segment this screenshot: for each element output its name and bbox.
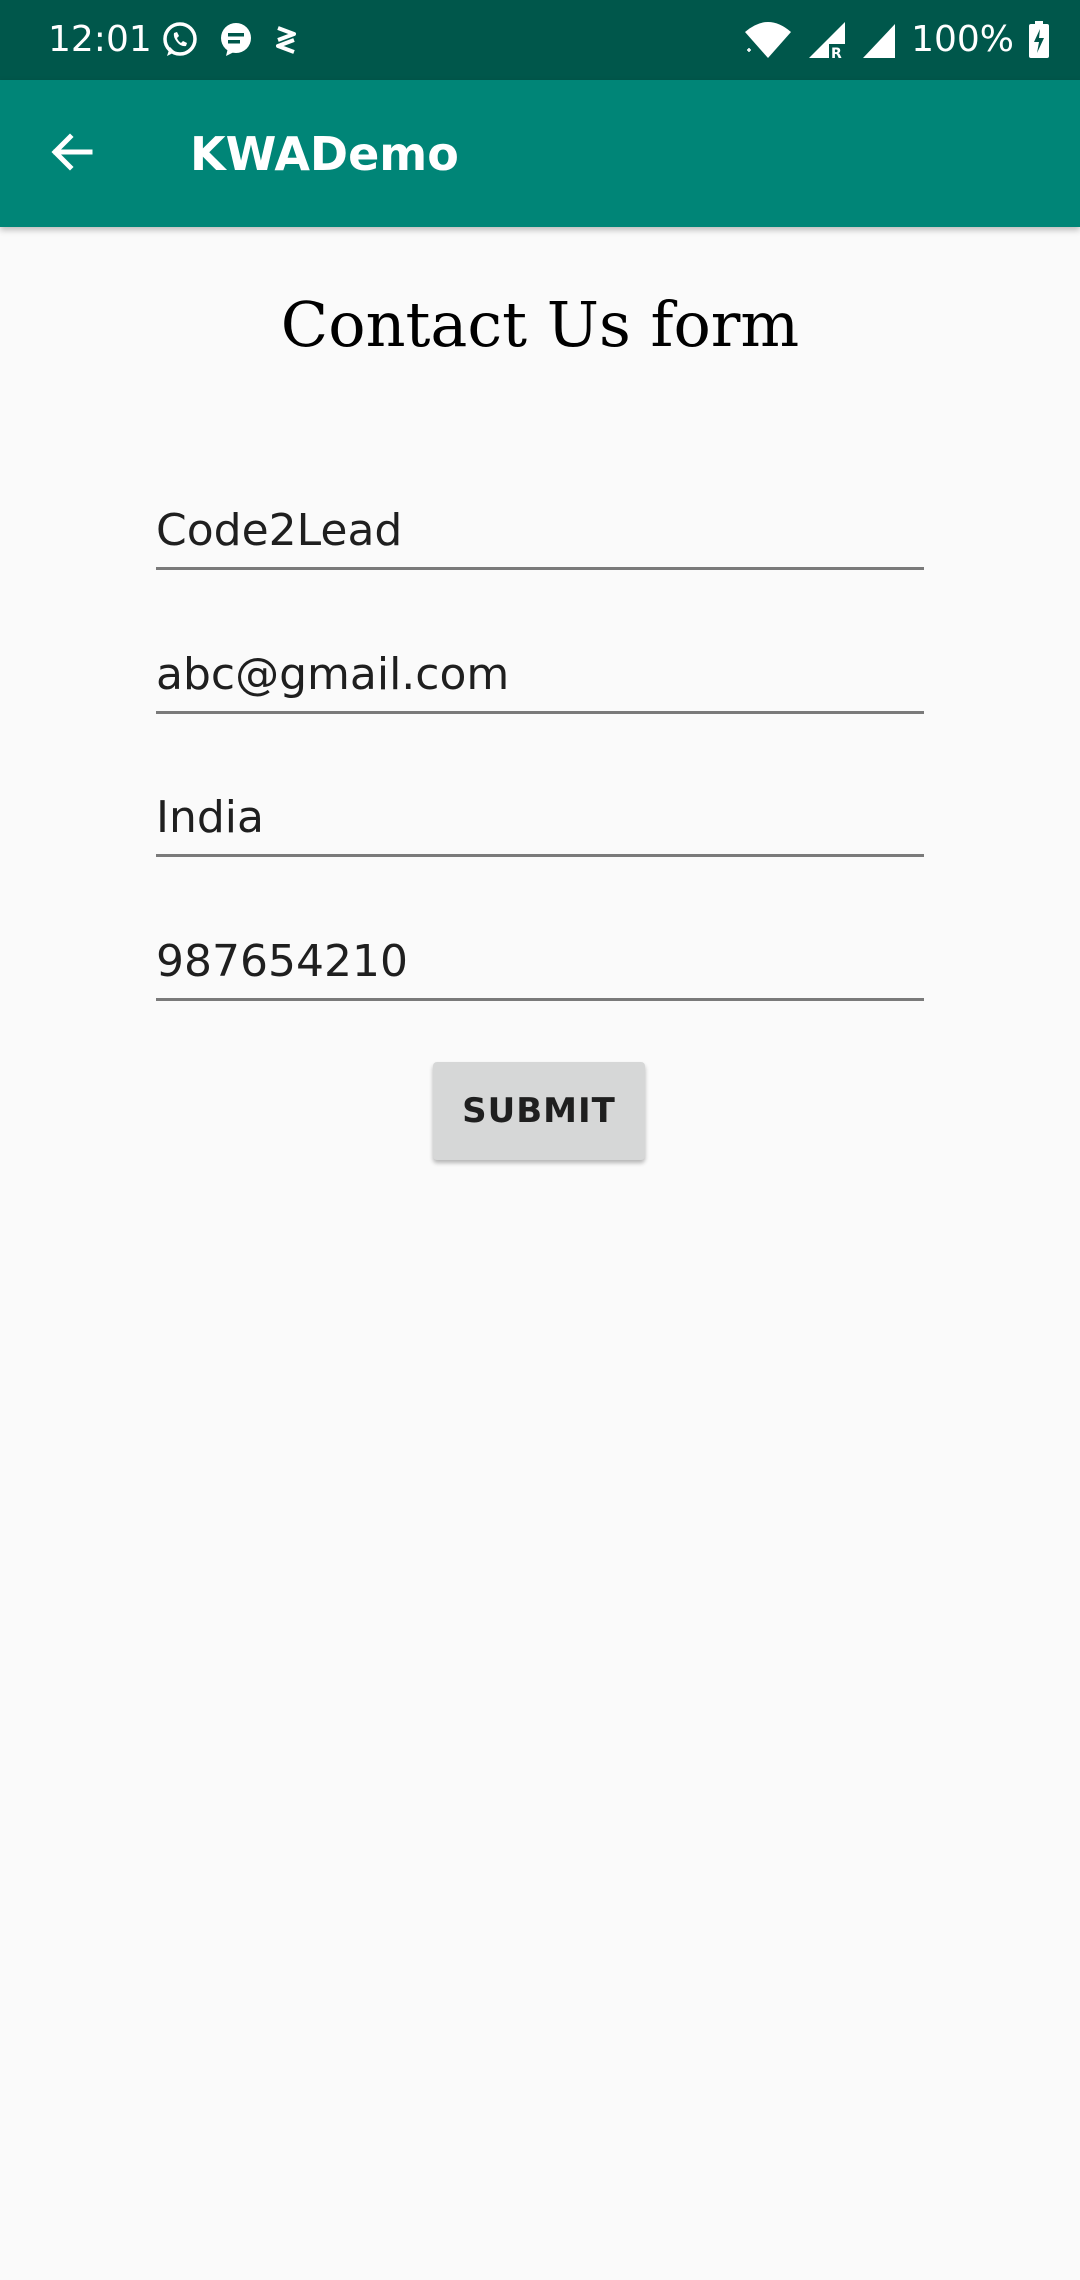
back-button[interactable]	[30, 112, 114, 196]
message-icon	[218, 20, 254, 60]
email-field	[156, 624, 924, 714]
status-bar: 12:01 R 100%	[0, 0, 1080, 80]
svg-text:R: R	[831, 46, 842, 60]
signal-icon	[861, 20, 897, 60]
name-input[interactable]	[156, 503, 924, 559]
phone-field	[156, 911, 924, 1001]
app-title: KWADemo	[190, 127, 459, 181]
system-status: R 100%	[743, 16, 1050, 64]
name-field	[156, 480, 924, 570]
phone-input[interactable]	[156, 934, 924, 990]
email-input[interactable]	[156, 647, 924, 703]
country-input[interactable]	[156, 790, 924, 846]
status-time: 12:01	[48, 19, 152, 60]
arrow-back-icon	[50, 130, 94, 178]
wifi-icon	[743, 20, 793, 60]
submit-button[interactable]: SUBMIT	[433, 1062, 645, 1160]
battery-percentage: 100%	[911, 19, 1014, 60]
notification-icons	[160, 18, 300, 62]
signal-roaming-icon: R	[807, 20, 847, 60]
app-notification-icon	[272, 20, 300, 60]
country-field	[156, 767, 924, 857]
whatsapp-icon	[160, 20, 200, 60]
battery-charging-icon	[1028, 20, 1050, 60]
app-bar: KWADemo	[0, 80, 1080, 227]
form-title: Contact Us form	[280, 288, 800, 361]
